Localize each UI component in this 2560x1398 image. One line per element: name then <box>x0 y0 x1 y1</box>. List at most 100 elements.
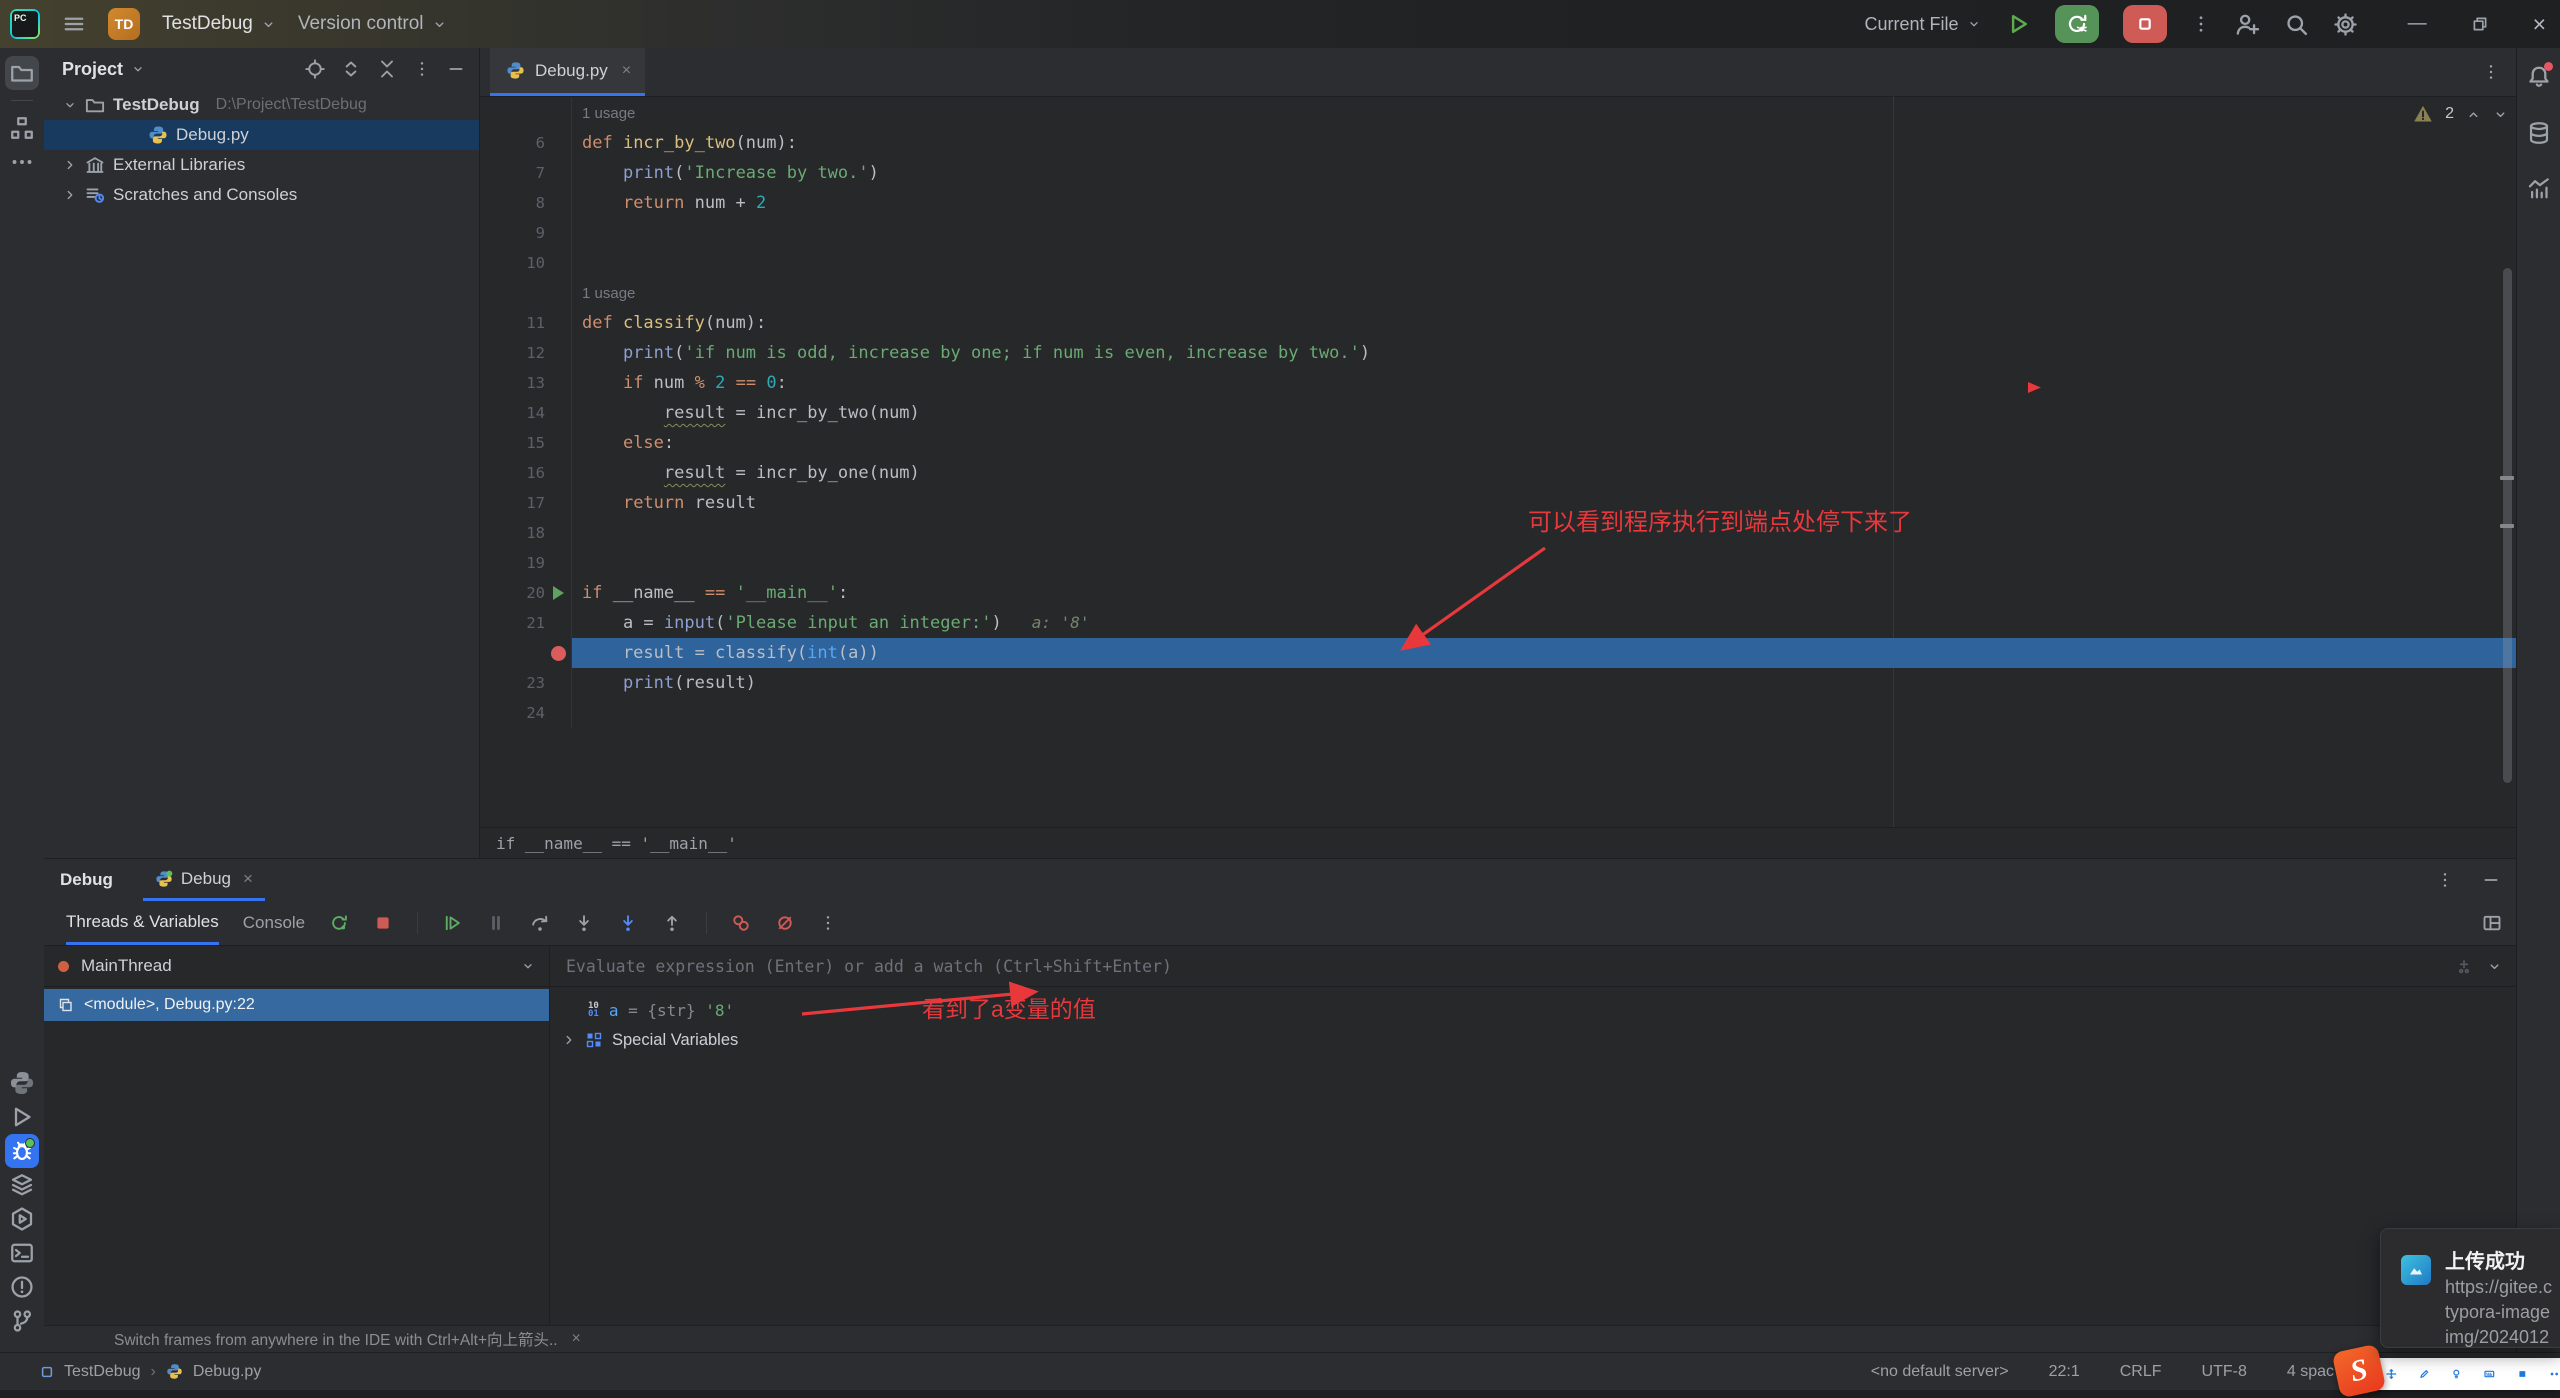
tree-row-external-libraries[interactable]: External Libraries <box>44 150 479 180</box>
search-icon[interactable] <box>2284 12 2309 37</box>
gutter-cell[interactable]: 15 <box>480 428 572 458</box>
gutter-cell[interactable]: 6 <box>480 128 572 158</box>
sidebar-item-debug[interactable] <box>5 1134 39 1168</box>
status-encoding[interactable]: UTF-8 <box>2202 1363 2247 1381</box>
scrollbar-warning-mark[interactable] <box>2500 476 2514 480</box>
close-button[interactable]: × <box>2533 11 2546 38</box>
tab-options-kebab-icon[interactable] <box>2482 63 2500 81</box>
code-with-me-user-icon[interactable] <box>2235 12 2260 37</box>
gutter-cell[interactable] <box>480 638 572 668</box>
code-line[interactable]: print(result) <box>572 668 2516 698</box>
gutter-cell[interactable]: 11 <box>480 308 572 338</box>
layout-settings-icon[interactable] <box>2482 913 2502 933</box>
gutter-cell[interactable]: 13 <box>480 368 572 398</box>
tab-debug-py[interactable]: Debug.py × <box>490 48 646 96</box>
status-caret-position[interactable]: 22:1 <box>2049 1363 2080 1381</box>
resume-icon[interactable] <box>442 913 462 933</box>
code-line[interactable] <box>572 548 2516 578</box>
code-line[interactable]: return num + 2 <box>572 188 2516 218</box>
debug-session-tab[interactable]: Debug × <box>142 859 265 901</box>
status-indent[interactable]: 4 spac <box>2287 1363 2334 1381</box>
gutter-cell[interactable]: 18 <box>480 518 572 548</box>
close-tab-icon[interactable]: × <box>622 62 631 80</box>
tab-threads-variables[interactable]: Threads & Variables <box>66 901 219 945</box>
code-line[interactable]: def incr_by_two(num): <box>572 128 2516 158</box>
chevron-down-icon[interactable] <box>2487 959 2502 974</box>
code-line[interactable]: print('Increase by two.') <box>572 158 2516 188</box>
collapse-all-icon[interactable] <box>377 59 397 79</box>
gutter-cell[interactable]: 9 <box>480 218 572 248</box>
gutter-cell[interactable]: 16 <box>480 458 572 488</box>
code-line[interactable]: if num % 2 == 0: <box>572 368 2516 398</box>
panel-options-kebab-icon[interactable] <box>2436 871 2454 889</box>
sidebar-item-python-packages[interactable] <box>5 1066 39 1100</box>
breadcrumb[interactable]: if __name__ == '__main__' <box>480 827 2516 858</box>
square-icon[interactable] <box>2517 1365 2528 1383</box>
sidebar-item-problems[interactable] <box>5 1270 39 1304</box>
step-out-icon[interactable] <box>662 913 682 933</box>
next-warning-icon[interactable] <box>2493 107 2508 122</box>
tab-console[interactable]: Console <box>243 901 305 945</box>
close-tab-icon[interactable]: × <box>243 869 253 889</box>
thread-selector[interactable]: MainThread <box>44 946 549 987</box>
force-step-into-icon[interactable] <box>618 913 638 933</box>
gutter-cell[interactable]: 17 <box>480 488 572 518</box>
code-line[interactable]: print('if num is odd, increase by one; i… <box>572 338 2516 368</box>
code-line[interactable]: def classify(num): <box>572 308 2516 338</box>
minimize-button[interactable]: — <box>2408 13 2427 35</box>
pen-icon[interactable] <box>2419 1365 2430 1383</box>
sidebar-item-structure[interactable] <box>5 111 39 145</box>
rerun-icon[interactable] <box>329 913 349 933</box>
gutter-cell[interactable]: 10 <box>480 248 572 278</box>
run-config-selector[interactable]: Current File <box>1865 14 1981 35</box>
inspections-widget[interactable]: 2 <box>2413 104 2508 124</box>
status-breadcrumb-file[interactable]: Debug.py <box>193 1363 262 1381</box>
chevron-right-icon[interactable] <box>562 1033 576 1047</box>
gutter-cell[interactable]: 14 <box>480 398 572 428</box>
status-breadcrumb-project[interactable]: TestDebug <box>64 1363 141 1381</box>
code-line[interactable]: 1 usage <box>572 278 2516 308</box>
code-line[interactable]: result = classify(int(a)) <box>572 638 2516 668</box>
dismiss-hint-icon[interactable]: × <box>572 1330 581 1348</box>
hide-panel-icon[interactable] <box>2482 871 2500 889</box>
code-line[interactable] <box>572 698 2516 728</box>
code-line[interactable]: 1 usage <box>572 98 2516 128</box>
stop-button[interactable] <box>2122 5 2167 43</box>
restore-button[interactable] <box>2471 15 2489 33</box>
step-over-icon[interactable] <box>530 913 550 933</box>
evaluate-input[interactable] <box>564 955 2441 977</box>
dots-icon[interactable] <box>2549 1365 2560 1383</box>
sidebar-item-run[interactable] <box>5 1100 39 1134</box>
notifications-button[interactable] <box>2522 60 2556 94</box>
project-badge[interactable]: TD <box>108 8 140 40</box>
main-menu-icon[interactable] <box>62 12 86 36</box>
run-button[interactable] <box>2005 11 2031 37</box>
sidebar-item-python-console[interactable] <box>5 1202 39 1236</box>
panel-options-kebab-icon[interactable] <box>413 60 431 78</box>
tree-row-scratches[interactable]: Scratches and Consoles <box>44 180 479 210</box>
locate-file-icon[interactable] <box>305 59 325 79</box>
keyboard-icon[interactable] <box>2484 1365 2495 1383</box>
stack-frame-row[interactable]: <module>, Debug.py:22 <box>44 989 549 1021</box>
gutter-cell[interactable] <box>480 278 572 308</box>
status-default-server[interactable]: <no default server> <box>1871 1363 2009 1381</box>
tree-row-debug-py[interactable]: Debug.py <box>44 120 479 150</box>
project-panel-title[interactable]: Project <box>62 59 305 80</box>
settings-gear-icon[interactable] <box>2333 12 2358 37</box>
code-line[interactable]: result = incr_by_two(num) <box>572 398 2516 428</box>
code-line[interactable]: result = incr_by_one(num) <box>572 458 2516 488</box>
sidebar-item-database[interactable] <box>2522 116 2556 150</box>
mute-breakpoints-icon[interactable] <box>775 913 795 933</box>
gutter-cell[interactable]: 19 <box>480 548 572 578</box>
run-arrow-icon[interactable] <box>552 586 564 600</box>
sidebar-item-more[interactable] <box>5 145 39 179</box>
gutter-cell[interactable] <box>480 98 572 128</box>
evaluate-bar[interactable] <box>550 946 2516 987</box>
upload-toast[interactable]: 上传成功 https://gitee.c typora-image img/20… <box>2380 1228 2560 1348</box>
tree-row-project-root[interactable]: TestDebug D:\Project\TestDebug <box>44 90 479 120</box>
screenshot-toolbar[interactable] <box>2356 1358 2560 1390</box>
stop-icon[interactable] <box>373 913 393 933</box>
gutter-cell[interactable]: 12 <box>480 338 572 368</box>
bulb-icon[interactable] <box>2451 1365 2462 1383</box>
special-variables-row[interactable]: Special Variables <box>550 1025 2516 1055</box>
